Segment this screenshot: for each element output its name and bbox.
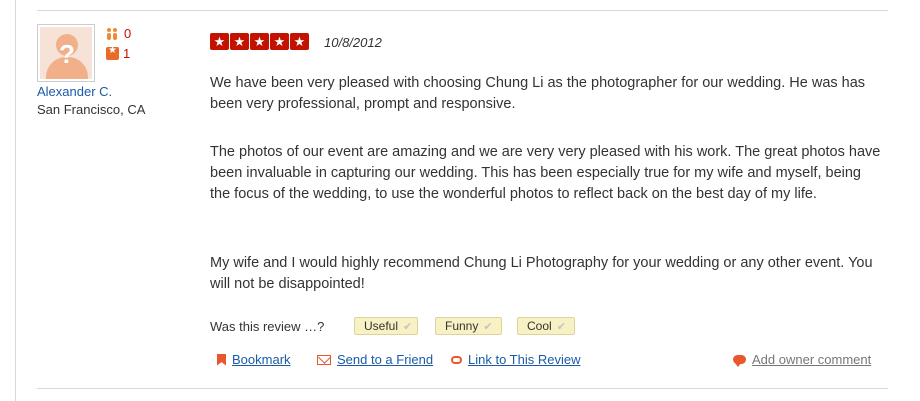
star-icon: ★ <box>250 33 269 50</box>
review-star-icon <box>106 45 119 60</box>
star-icon: ★ <box>290 33 309 50</box>
link-label: Link to This Review <box>468 352 581 367</box>
default-avatar-question-icon: ? <box>40 27 92 79</box>
send-to-friend-link[interactable]: Send to a Friend <box>317 352 433 367</box>
user-name-link[interactable]: Alexander C. <box>37 84 112 99</box>
comment-icon <box>733 355 746 367</box>
review-paragraph: My wife and I would highly recommend Chu… <box>210 255 873 292</box>
star-icon: ★ <box>230 33 249 50</box>
add-owner-comment-link[interactable]: Add owner comment <box>733 352 871 367</box>
owner-comment-label: Add owner comment <box>752 352 872 367</box>
link-to-review-link[interactable]: Link to This Review <box>451 352 580 367</box>
funny-button[interactable]: Funny ✔ <box>435 317 502 335</box>
star-icon: ★ <box>210 33 229 50</box>
left-border <box>15 0 16 401</box>
check-icon: ✔ <box>483 320 493 333</box>
review-date: 10/8/2012 <box>324 35 382 50</box>
star-rating: ★ ★ ★ ★ ★ <box>210 33 309 50</box>
review-count: 1 <box>106 45 131 61</box>
review-paragraph: The photos of our event are amazing and … <box>210 144 881 202</box>
mail-icon <box>317 354 331 365</box>
bookmark-icon <box>217 353 226 366</box>
check-icon: ✔ <box>556 320 566 333</box>
bookmark-label: Bookmark <box>232 352 291 367</box>
funny-label: Funny <box>445 319 479 333</box>
top-divider <box>37 10 888 11</box>
user-avatar[interactable]: ? <box>37 24 95 82</box>
star-icon: ★ <box>270 33 289 50</box>
friends-icon <box>106 27 120 41</box>
cool-label: Cool <box>527 319 552 333</box>
useful-label: Useful <box>364 319 399 333</box>
bookmark-link[interactable]: Bookmark <box>217 352 291 367</box>
bottom-divider <box>37 388 888 389</box>
vote-prompt: Was this review …? <box>210 319 325 334</box>
friend-count-value: 0 <box>124 26 132 41</box>
review-paragraph: We have been very pleased with choosing … <box>210 75 866 112</box>
friend-count: 0 <box>106 26 131 41</box>
link-icon <box>451 355 462 364</box>
review-count-value: 1 <box>123 46 131 61</box>
cool-button[interactable]: Cool ✔ <box>517 317 575 335</box>
useful-button[interactable]: Useful ✔ <box>354 317 418 335</box>
send-label: Send to a Friend <box>337 352 434 367</box>
check-icon: ✔ <box>403 320 413 333</box>
user-location: San Francisco, CA <box>37 102 146 117</box>
